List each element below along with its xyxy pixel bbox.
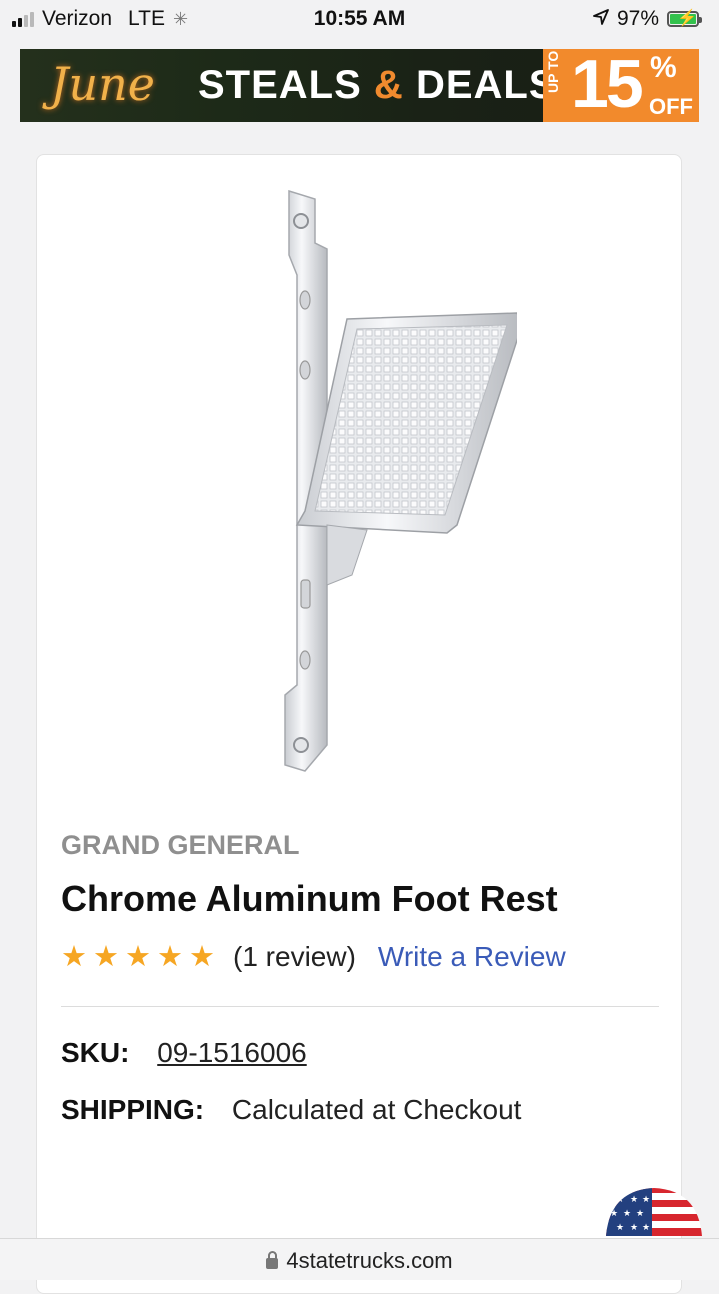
banner-headline-part2: DEALS — [415, 63, 557, 107]
url-display[interactable]: 4statetrucks.com — [0, 1248, 719, 1274]
shipping-value: Calculated at Checkout — [231, 1094, 522, 1125]
star-icon: ★ — [157, 940, 183, 973]
status-right: 97% ⚡ — [593, 7, 702, 31]
promo-banner[interactable]: June STEALS & DEALS UP TO 15 % OFF — [20, 49, 699, 122]
sku-row: SKU: 09-1516006 — [61, 1037, 307, 1069]
svg-text:★: ★ — [623, 1209, 631, 1219]
svg-text:★: ★ — [642, 1223, 650, 1233]
star-icon: ★ — [189, 940, 215, 973]
banner-headline-part1: STEALS — [198, 63, 362, 107]
shipping-label: SHIPPING: — [61, 1094, 205, 1125]
product-image[interactable] — [257, 185, 517, 775]
svg-text:★: ★ — [642, 1195, 650, 1205]
svg-text:★: ★ — [636, 1209, 644, 1219]
shipping-row: SHIPPING: Calculated at Checkout — [61, 1094, 521, 1126]
svg-text:★: ★ — [630, 1223, 638, 1233]
review-count[interactable]: (1 review) — [233, 941, 356, 973]
banner-discount-percent: % — [650, 51, 677, 84]
svg-text:★: ★ — [616, 1223, 624, 1233]
battery-charging-icon: ⚡ — [667, 10, 702, 27]
banner-discount-badge: UP TO 15 % OFF — [543, 49, 699, 122]
sku-label: SKU: — [61, 1037, 130, 1068]
location-arrow-icon — [593, 7, 609, 31]
sku-value[interactable]: 09-1516006 — [157, 1037, 306, 1068]
banner-script-text: June — [50, 57, 155, 111]
product-title: Chrome Aluminum Foot Rest — [61, 878, 558, 919]
address-bar[interactable]: 4statetrucks.com — [0, 1238, 719, 1280]
svg-text:★: ★ — [616, 1195, 624, 1205]
us-flag-icon[interactable]: ★ ★ ★ ★ ★ ★ ★ ★ ★ — [606, 1186, 702, 1236]
star-icon: ★ — [93, 940, 119, 973]
write-review-link[interactable]: Write a Review — [378, 941, 566, 973]
lock-icon — [266, 1251, 279, 1269]
product-rating: ★ ★ ★ ★ ★ (1 review) Write a Review — [61, 941, 566, 973]
banner-headline: STEALS & DEALS — [198, 63, 557, 108]
rating-stars[interactable]: ★ ★ ★ ★ ★ — [61, 940, 215, 973]
divider — [61, 1006, 659, 1007]
product-brand[interactable]: GRAND GENERAL — [61, 830, 300, 861]
svg-text:★: ★ — [610, 1209, 618, 1219]
product-card: GRAND GENERAL Chrome Aluminum Foot Rest … — [36, 154, 682, 1294]
star-icon: ★ — [125, 940, 151, 973]
svg-text:★: ★ — [630, 1195, 638, 1205]
url-domain: 4statetrucks.com — [286, 1248, 453, 1273]
banner-discount-off: OFF — [649, 94, 693, 119]
banner-up-to: UP TO — [545, 50, 561, 93]
banner-headline-amp: & — [373, 63, 404, 107]
banner-discount-number: 15 — [571, 49, 644, 122]
star-icon: ★ — [61, 940, 87, 973]
status-bar: Verizon LTE ✳ 10:55 AM 97% ⚡ — [0, 0, 719, 40]
battery-percent: 97% — [616, 7, 659, 30]
